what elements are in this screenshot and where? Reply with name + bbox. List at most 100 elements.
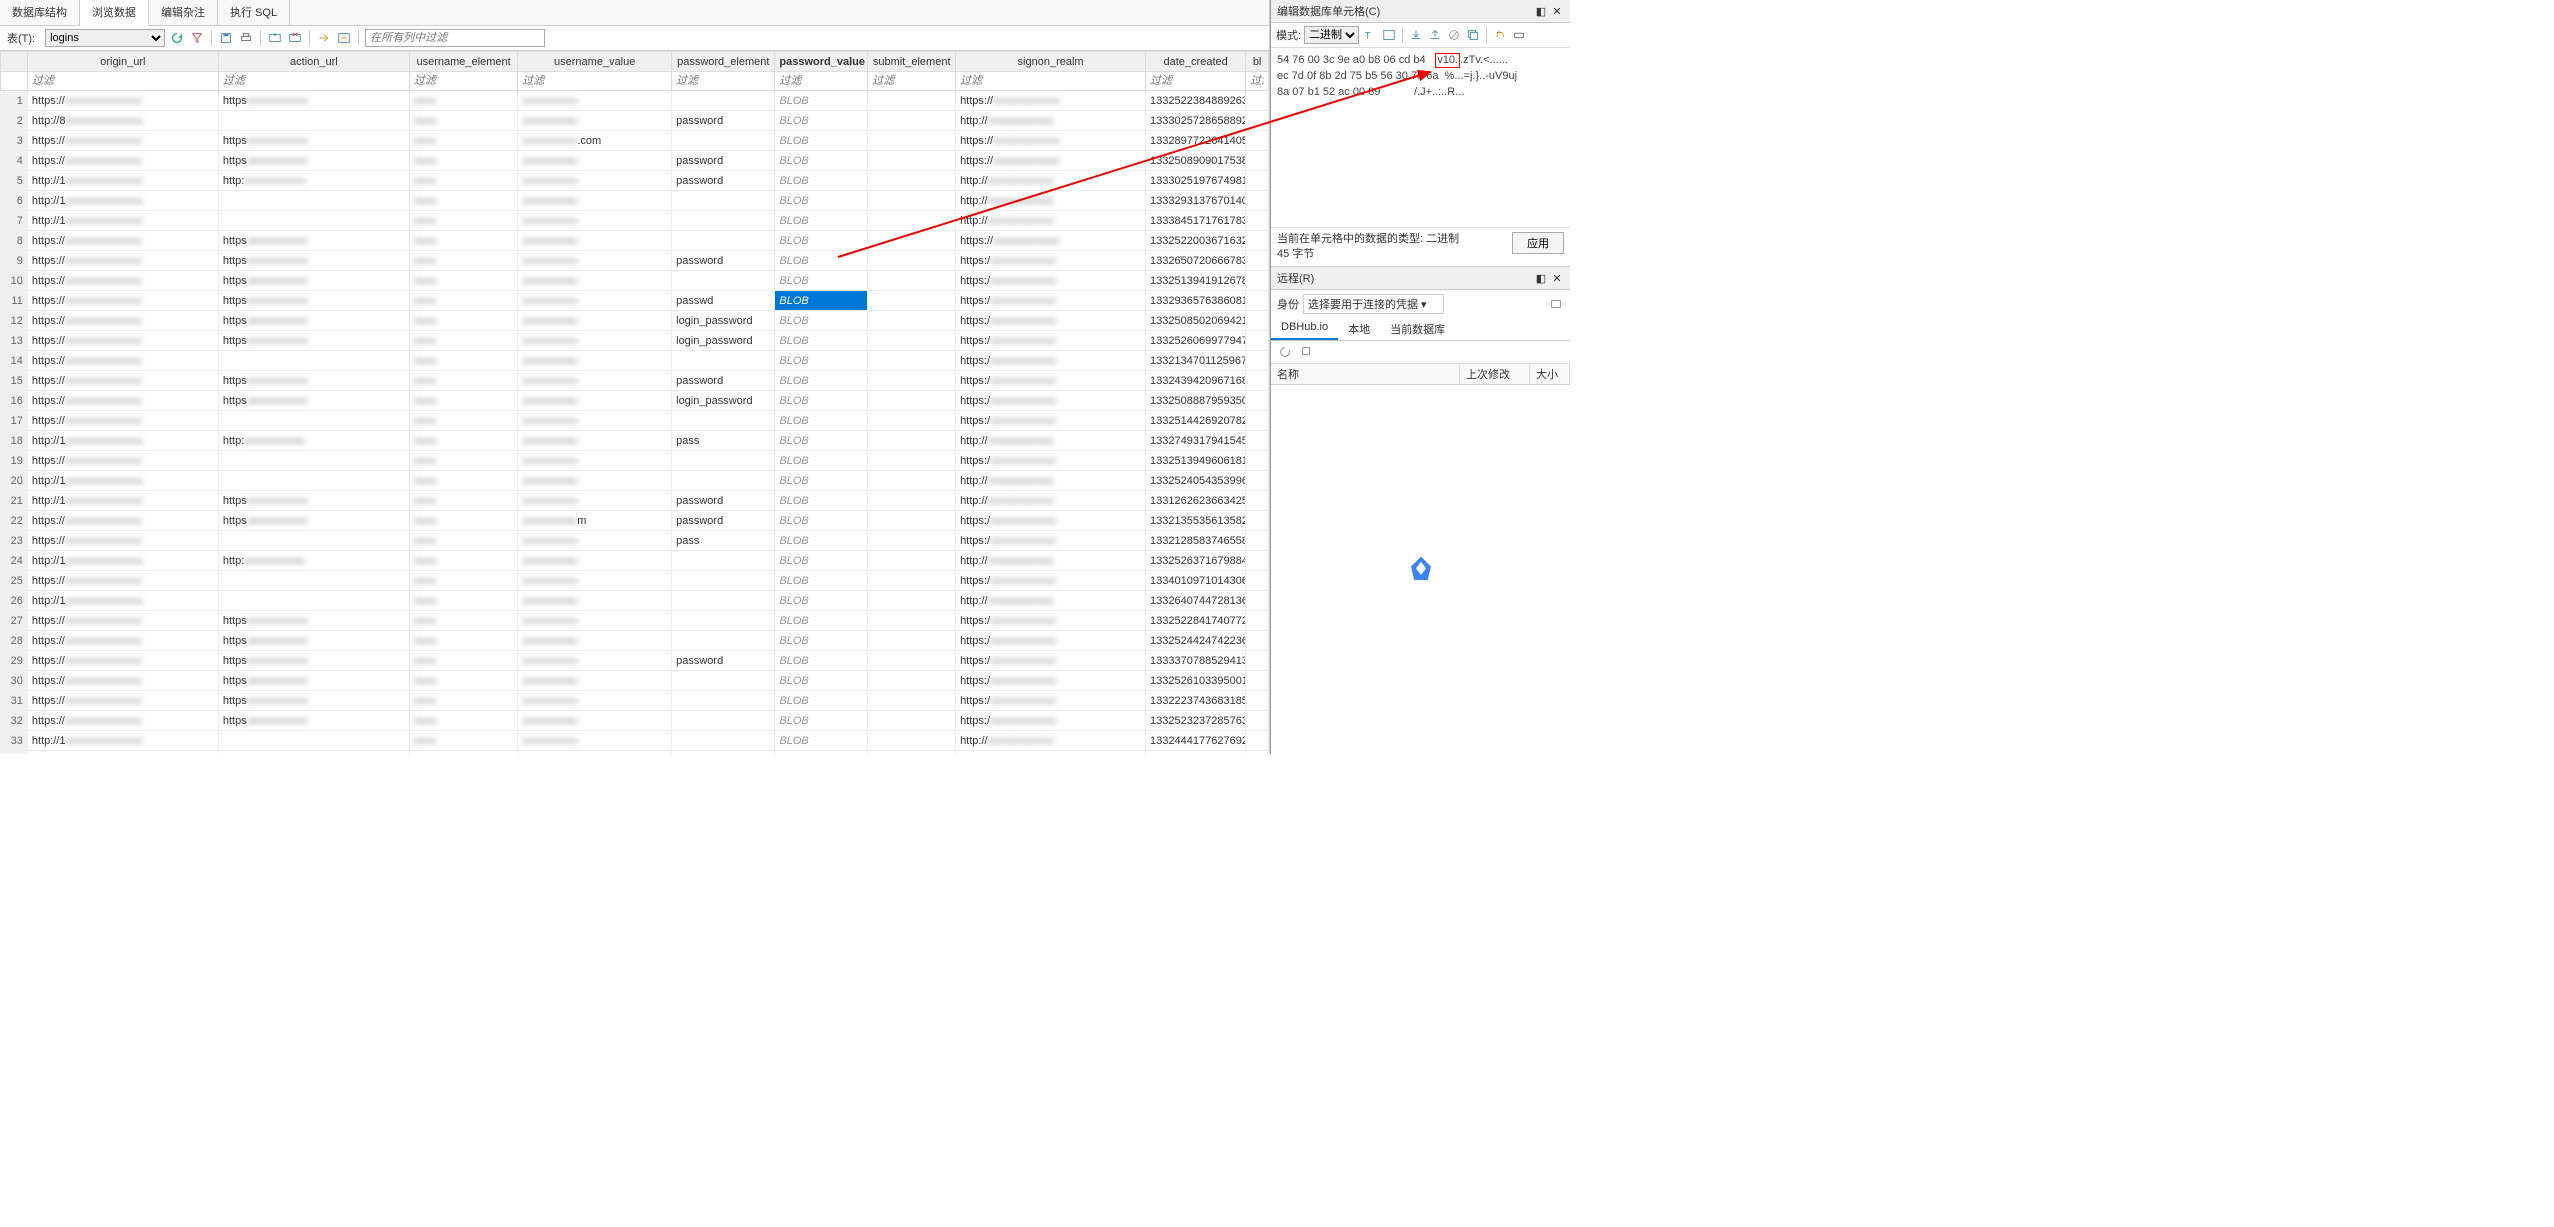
- cell-password-value[interactable]: BLOB: [775, 411, 868, 431]
- table-row[interactable]: 25https://xxxxxxxxxxxxxxxxxxxxxxxxxxxxBL…: [1, 571, 1269, 591]
- cell-bl[interactable]: [1246, 531, 1269, 551]
- table-row[interactable]: 8https://xxxxxxxxxxxxxxhttpsxxxxxxxxxxxx…: [1, 231, 1269, 251]
- cell-action-url[interactable]: httpsxxxxxxxxxxx: [218, 251, 409, 271]
- cell-bl[interactable]: [1246, 731, 1269, 751]
- cell-signon-realm[interactable]: http://xxxxxxxxxxxx: [956, 731, 1146, 751]
- cell-password-value[interactable]: BLOB: [775, 231, 868, 251]
- cell-password-value[interactable]: BLOB: [775, 711, 868, 731]
- cell-date-created[interactable]: 13324441776276929: [1146, 731, 1246, 751]
- cell-submit-element[interactable]: [868, 231, 956, 251]
- cell-password-value[interactable]: BLOB: [775, 191, 868, 211]
- cell-submit-element[interactable]: [868, 251, 956, 271]
- cell-signon-realm[interactable]: http://xxxxxxxxxxxx: [956, 171, 1146, 191]
- cell-submit-element[interactable]: [868, 91, 956, 111]
- cell-password-value[interactable]: BLOB: [775, 131, 868, 151]
- cell-origin-url[interactable]: https://xxxxxxxxxxxxxx: [27, 231, 218, 251]
- cell-username-element[interactable]: xxxx: [409, 351, 517, 371]
- cell-password-element[interactable]: [672, 411, 775, 431]
- cell-username-element[interactable]: xxxx: [409, 311, 517, 331]
- cell-password-element[interactable]: [672, 731, 775, 751]
- cell-password-element[interactable]: password: [672, 171, 775, 191]
- cell-date-created[interactable]: 13325144269207822: [1146, 411, 1246, 431]
- cell-username-value[interactable]: xxxxxxxxxx: [518, 751, 672, 755]
- cell-username-element[interactable]: xxxx: [409, 751, 517, 755]
- col-username-value[interactable]: username_value: [518, 52, 672, 72]
- cell-password-value[interactable]: BLOB: [775, 151, 868, 171]
- remote-tab-current[interactable]: 当前数据库: [1380, 318, 1455, 340]
- cell-username-value[interactable]: xxxxxxxxxx: [518, 651, 672, 671]
- cell-password-value[interactable]: BLOB: [775, 731, 868, 751]
- cell-username-value[interactable]: xxxxxxxxxxm: [518, 511, 672, 531]
- cell-origin-url[interactable]: http://1xxxxxxxxxxxxxx: [27, 591, 218, 611]
- table-row[interactable]: 30https://xxxxxxxxxxxxxxhttpsxxxxxxxxxxx…: [1, 671, 1269, 691]
- cell-date-created[interactable]: 13325089090175385: [1146, 151, 1246, 171]
- cell-origin-url[interactable]: https://xxxxxxxxxxxxxx: [27, 571, 218, 591]
- cell-signon-realm[interactable]: https:/xxxxxxxxxxxx: [956, 311, 1146, 331]
- tab-exec-sql[interactable]: 执行 SQL: [218, 0, 290, 25]
- cell-date-created[interactable]: 13326507206667832: [1146, 251, 1246, 271]
- cell-submit-element[interactable]: [868, 511, 956, 531]
- apply-button[interactable]: 应用: [1512, 232, 1564, 254]
- cell-password-element[interactable]: [672, 611, 775, 631]
- cell-action-url[interactable]: [218, 451, 409, 471]
- cell-origin-url[interactable]: https://xxxxxxxxxxxxxx: [27, 151, 218, 171]
- cell-signon-realm[interactable]: http://xxxxxxxxxxxx: [956, 431, 1146, 451]
- table-row[interactable]: 10https://xxxxxxxxxxxxxxhttpsxxxxxxxxxxx…: [1, 271, 1269, 291]
- cell-username-element[interactable]: xxxx: [409, 631, 517, 651]
- cell-origin-url[interactable]: https://xxxxxxxxxxxxxx: [27, 711, 218, 731]
- cell-bl[interactable]: [1246, 171, 1269, 191]
- table-row[interactable]: 11https://xxxxxxxxxxxxxxhttpsxxxxxxxxxxx…: [1, 291, 1269, 311]
- table-row[interactable]: 21http://1xxxxxxxxxxxxxxhttpsxxxxxxxxxxx…: [1, 491, 1269, 511]
- cell-password-element[interactable]: [672, 551, 775, 571]
- cell-action-url[interactable]: httpsxxxxxxxxxxx: [218, 631, 409, 651]
- cell-origin-url[interactable]: http://1xxxxxxxxxxxxxx: [27, 551, 218, 571]
- cell-origin-url[interactable]: https://xxxxxxxxxxxxxx: [27, 531, 218, 551]
- cell-password-value[interactable]: BLOB: [775, 491, 868, 511]
- cell-signon-realm[interactable]: https:/xxxxxxxxxxxx: [956, 691, 1146, 711]
- cell-bl[interactable]: [1246, 151, 1269, 171]
- cell-bl[interactable]: [1246, 351, 1269, 371]
- cell-bl[interactable]: [1246, 291, 1269, 311]
- cell-username-element[interactable]: xxxx: [409, 91, 517, 111]
- data-grid[interactable]: origin_url action_url username_element u…: [0, 51, 1269, 754]
- cell-date-created[interactable]: 13325139419126787: [1146, 271, 1246, 291]
- cell-date-created[interactable]: 13325260699779477: [1146, 331, 1246, 351]
- cell-password-element[interactable]: [672, 271, 775, 291]
- cell-bl[interactable]: [1246, 651, 1269, 671]
- cell-bl[interactable]: [1246, 671, 1269, 691]
- cell-password-element[interactable]: [672, 131, 775, 151]
- table-row[interactable]: 23https://xxxxxxxxxxxxxxxxxxxxxxxxxxxxpa…: [1, 531, 1269, 551]
- table-row[interactable]: 15https://xxxxxxxxxxxxxxhttpsxxxxxxxxxxx…: [1, 371, 1269, 391]
- cell-origin-url[interactable]: http://1xxxxxxxxxxxxxx: [27, 471, 218, 491]
- cell-username-element[interactable]: xxxx: [409, 491, 517, 511]
- cell-bl[interactable]: [1246, 751, 1269, 755]
- cell-password-element[interactable]: [672, 711, 775, 731]
- cell-username-element[interactable]: xxxx: [409, 571, 517, 591]
- table-row[interactable]: 29https://xxxxxxxxxxxxxxhttpsxxxxxxxxxxx…: [1, 651, 1269, 671]
- cell-action-url[interactable]: httpsxxxxxxxxxxx: [218, 691, 409, 711]
- cell-origin-url[interactable]: http://1xxxxxxxxxxxxxx: [27, 171, 218, 191]
- table-row[interactable]: 20http://1xxxxxxxxxxxxxxxxxxxxxxxxxxxxBL…: [1, 471, 1269, 491]
- cell-signon-realm[interactable]: https:/xxxxxxxxxxxx: [956, 571, 1146, 591]
- identity-select[interactable]: 选择要用于连接的凭据 ▾: [1303, 294, 1444, 314]
- cell-action-url[interactable]: [218, 191, 409, 211]
- refresh-icon[interactable]: [169, 30, 185, 46]
- table-row[interactable]: 2http://8xxxxxxxxxxxxxxxxxxxxxxxxxxxxpas…: [1, 111, 1269, 131]
- table-row[interactable]: 16https://xxxxxxxxxxxxxxhttpsxxxxxxxxxxx…: [1, 391, 1269, 411]
- cell-date-created[interactable]: 13333707885294139: [1146, 651, 1246, 671]
- cell-date-created[interactable]: 13332931376701406: [1146, 191, 1246, 211]
- cell-bl[interactable]: [1246, 91, 1269, 111]
- cell-username-value[interactable]: xxxxxxxxxx: [518, 371, 672, 391]
- cell-action-url[interactable]: [218, 111, 409, 131]
- cell-username-value[interactable]: xxxxxxxxxx: [518, 151, 672, 171]
- cell-username-element[interactable]: xxxx: [409, 511, 517, 531]
- cell-username-element[interactable]: xxxx: [409, 211, 517, 231]
- cell-bl[interactable]: [1246, 451, 1269, 471]
- cell-bl[interactable]: [1246, 571, 1269, 591]
- cell-bl[interactable]: [1246, 211, 1269, 231]
- cell-signon-realm[interactable]: http://xxxxxxxxxxxx: [956, 551, 1146, 571]
- cell-username-element[interactable]: xxxx: [409, 451, 517, 471]
- table-row[interactable]: 28https://xxxxxxxxxxxxxxhttpsxxxxxxxxxxx…: [1, 631, 1269, 651]
- cell-username-element[interactable]: xxxx: [409, 551, 517, 571]
- cell-origin-url[interactable]: http://1xxxxxxxxxxxxxx: [27, 431, 218, 451]
